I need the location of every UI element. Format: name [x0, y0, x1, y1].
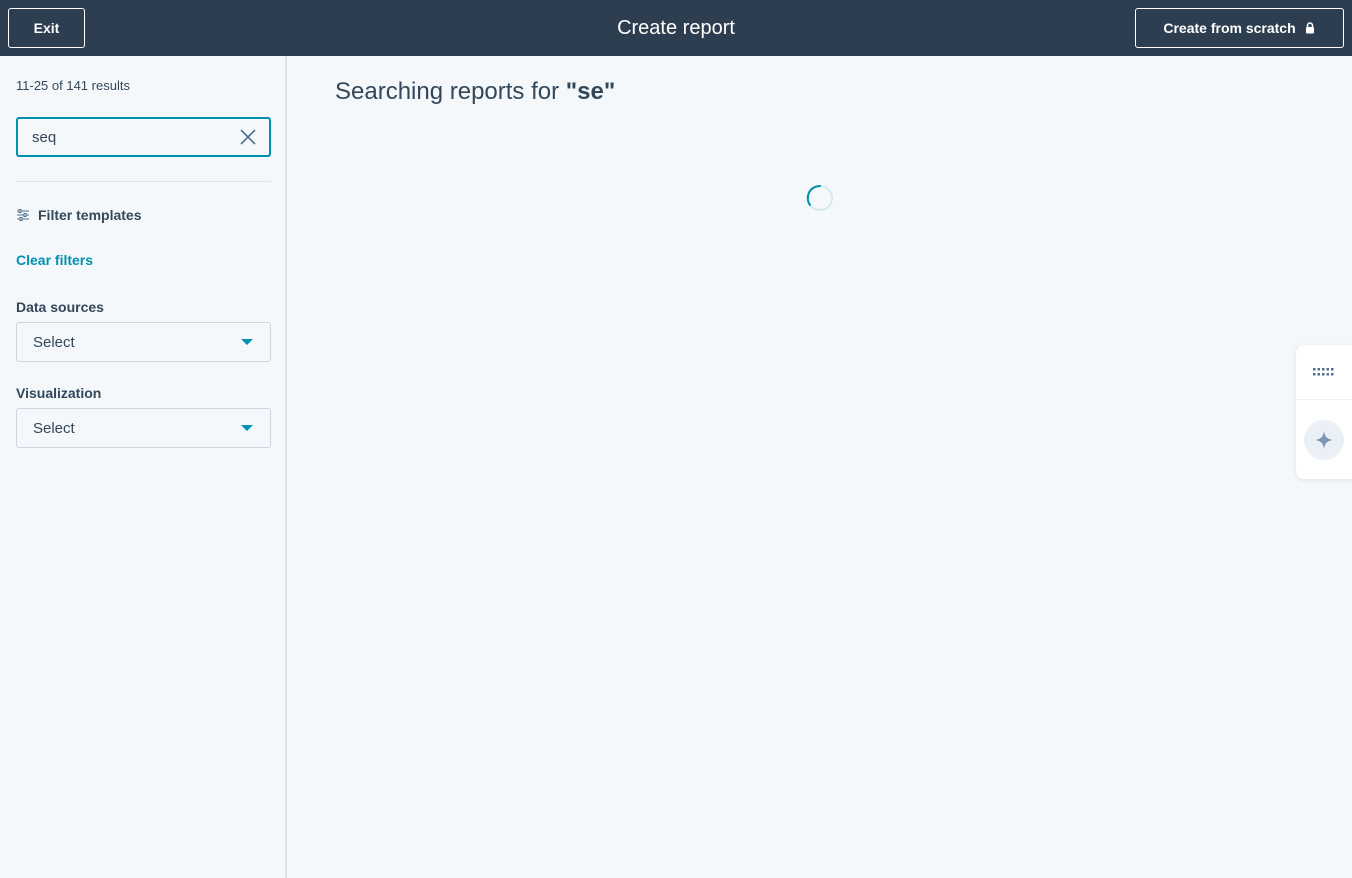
ai-assistant-button[interactable] — [1304, 420, 1344, 460]
data-sources-label: Data sources — [16, 299, 104, 315]
create-from-scratch-button[interactable]: Create from scratch — [1135, 8, 1344, 48]
side-dock — [1296, 345, 1352, 479]
heading-prefix: Searching reports for — [335, 78, 566, 105]
filter-templates-label: Filter templates — [38, 207, 142, 223]
search-input[interactable] — [32, 119, 222, 155]
data-sources-select[interactable]: Select — [16, 322, 271, 362]
search-results-heading: Searching reports for "se" — [335, 78, 615, 106]
chevron-down-icon — [241, 339, 253, 345]
sparkle-icon — [1315, 431, 1333, 449]
divider — [16, 181, 271, 182]
grid-dots-icon — [1313, 368, 1334, 376]
filter-sidebar: 11-25 of 141 results Filter templates Cl… — [0, 56, 287, 878]
lock-icon — [1305, 22, 1314, 34]
heading-query: "se" — [565, 78, 616, 105]
visualization-value: Select — [33, 420, 75, 437]
filter-templates-header: Filter templates — [16, 207, 141, 223]
create-from-scratch-label: Create from scratch — [1163, 20, 1296, 36]
sliders-icon — [17, 209, 29, 221]
top-navigation-bar: Exit Create report Create from scratch — [0, 0, 1352, 56]
chevron-down-icon — [241, 425, 253, 431]
search-field[interactable] — [16, 117, 271, 157]
results-count: 11-25 of 141 results — [16, 78, 130, 93]
visualization-label: Visualization — [16, 385, 102, 401]
clear-filters-link[interactable]: Clear filters — [16, 252, 93, 268]
grid-dots-button[interactable] — [1296, 345, 1352, 400]
loading-spinner-icon — [806, 184, 833, 211]
close-icon[interactable] — [239, 128, 257, 146]
visualization-select[interactable]: Select — [16, 408, 271, 448]
data-sources-value: Select — [33, 334, 75, 351]
